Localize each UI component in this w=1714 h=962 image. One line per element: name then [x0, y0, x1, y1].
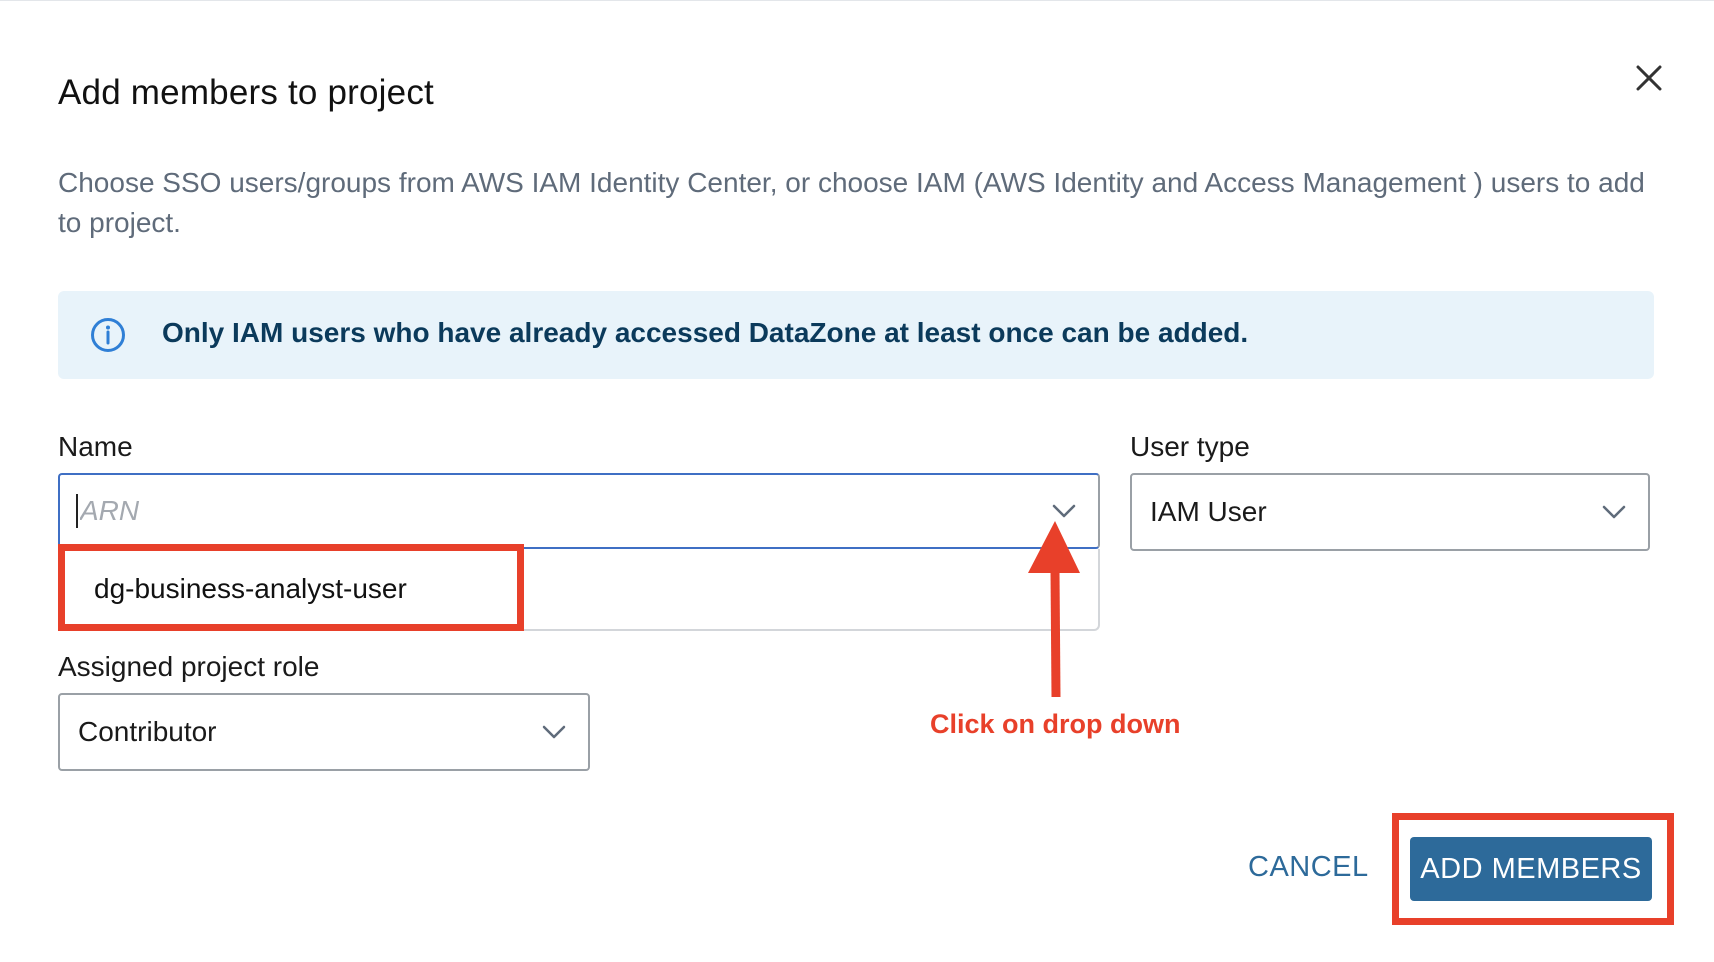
dialog-title: Add members to project [58, 73, 434, 112]
name-arn-input[interactable] [76, 494, 982, 528]
info-banner: Only IAM users who have already accessed… [58, 291, 1654, 379]
add-members-dialog: Add members to project Choose SSO users/… [0, 0, 1714, 962]
dropdown-option[interactable]: dg-business-analyst-user [60, 549, 1098, 629]
cancel-button[interactable]: CANCEL [1248, 851, 1369, 884]
chevron-down-icon [1602, 505, 1626, 519]
annotation-arrow [1028, 521, 1080, 698]
name-select[interactable] [58, 473, 1100, 549]
chevron-down-icon [542, 725, 566, 739]
info-banner-text: Only IAM users who have already accessed… [162, 317, 1249, 348]
annotation-text: Click on drop down [930, 709, 1181, 739]
dialog-description: Choose SSO users/groups from AWS IAM Ide… [58, 167, 1645, 238]
chevron-down-icon[interactable] [1052, 504, 1076, 518]
role-select[interactable]: Contributor [58, 693, 590, 771]
user-type-label: User type [1130, 431, 1250, 462]
add-members-button[interactable]: ADD MEMBERS [1410, 837, 1652, 901]
close-icon[interactable] [1632, 61, 1666, 95]
name-dropdown-list: dg-business-analyst-user [58, 549, 1100, 631]
role-value: Contributor [78, 716, 217, 747]
name-label: Name [58, 431, 133, 462]
user-type-select[interactable]: IAM User [1130, 473, 1650, 551]
role-label: Assigned project role [58, 651, 320, 682]
dropdown-option-label: dg-business-analyst-user [94, 573, 407, 604]
user-type-value: IAM User [1150, 496, 1267, 527]
info-icon [90, 317, 126, 353]
